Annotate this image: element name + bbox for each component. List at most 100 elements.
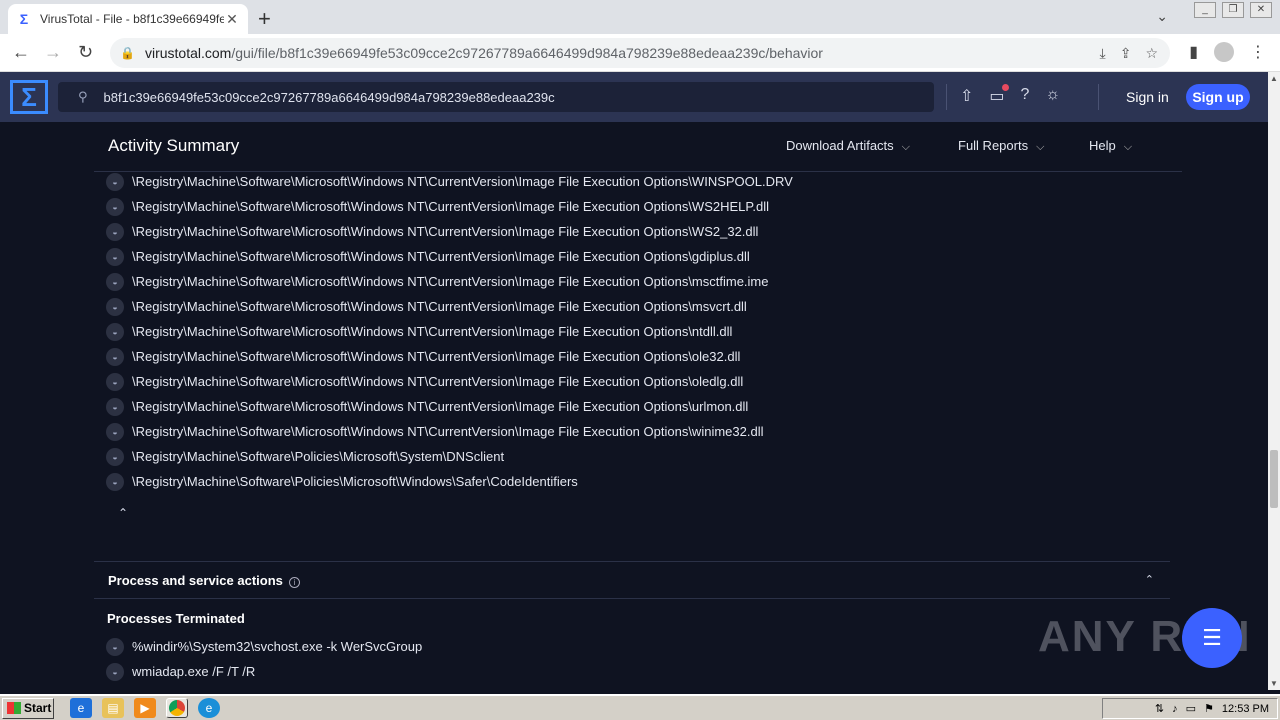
lock-icon[interactable]: 🔒 bbox=[120, 46, 135, 60]
media-player-icon[interactable]: ▶ bbox=[134, 698, 156, 718]
registry-key-text: \Registry\Machine\Software\Microsoft\Win… bbox=[132, 199, 770, 214]
tab-search-chevron-icon[interactable]: ⌄ bbox=[1156, 8, 1168, 25]
process-list-item: ◒ %windir%\System32\svchost.exe -k WerSvc… bbox=[106, 634, 422, 659]
side-panel-icon[interactable]: ▮ bbox=[1189, 42, 1198, 62]
registry-key-text: \Registry\Machine\Software\Policies\Micr… bbox=[132, 474, 578, 489]
new-tab-icon[interactable]: + bbox=[258, 6, 271, 32]
start-button[interactable]: Start bbox=[2, 697, 54, 719]
browser-tab[interactable]: Σ VirusTotal - File - b8f1c39e66949fe5 ✕ bbox=[8, 4, 248, 34]
registry-key-icon: ◒ bbox=[106, 172, 124, 191]
chevron-down-icon: ⌵ bbox=[1123, 141, 1133, 153]
collapse-chevron-up-icon[interactable]: ⌃ bbox=[118, 506, 128, 520]
registry-key-text: \Registry\Machine\Software\Microsoft\Win… bbox=[132, 424, 764, 439]
process-icon: ◒ bbox=[106, 637, 124, 656]
theme-toggle-icon[interactable]: ☼ bbox=[1045, 86, 1060, 106]
full-reports-menu[interactable]: Full Reports ⌵ bbox=[958, 138, 1044, 154]
windows-taskbar: Start e ▤ ▶ e ⇅ ♪ ▭ ⚑ 12:53 PM bbox=[0, 694, 1280, 720]
scroll-up-icon[interactable]: ▲ bbox=[1270, 74, 1278, 83]
scroll-down-icon[interactable]: ▼ bbox=[1270, 679, 1278, 688]
process-command-text: wmiadap.exe /F /T /R bbox=[132, 664, 256, 679]
chat-icon[interactable]: ▭ bbox=[989, 84, 1009, 106]
section-title-text: Process and service actions bbox=[108, 573, 283, 588]
registry-key-text: \Registry\Machine\Software\Microsoft\Win… bbox=[132, 224, 759, 239]
window-close-icon[interactable]: ✕ bbox=[1250, 2, 1272, 18]
registry-list-item: ◒ \Registry\Machine\Software\Microsoft\Wi… bbox=[106, 344, 793, 369]
chat-bubble-icon: ☰ bbox=[1202, 625, 1222, 650]
help-icon[interactable]: ? bbox=[1021, 86, 1030, 106]
process-command-text: %windir%\System32\svchost.exe -k WerSvcG… bbox=[132, 639, 423, 654]
download-artifacts-menu[interactable]: Download Artifacts ⌵ bbox=[786, 138, 910, 154]
url-host: virustotal.com bbox=[144, 45, 232, 61]
profile-avatar[interactable] bbox=[1214, 42, 1234, 62]
chevron-down-icon: ⌵ bbox=[1036, 141, 1045, 153]
processes-terminated-heading: Processes Terminated bbox=[107, 611, 245, 626]
explorer-folder-icon[interactable]: ▤ bbox=[102, 698, 124, 718]
close-tab-icon[interactable]: ✕ bbox=[224, 11, 240, 28]
registry-key-icon: ◒ bbox=[106, 272, 124, 291]
process-service-section-header[interactable]: Process and service actions i ⌃ bbox=[94, 561, 1170, 599]
start-label: Start bbox=[24, 701, 52, 715]
help-menu[interactable]: Help ⌵ bbox=[1089, 138, 1132, 154]
sign-up-button[interactable]: Sign up bbox=[1186, 84, 1250, 110]
section-title: Process and service actions i bbox=[108, 573, 300, 588]
search-input[interactable]: ⚲ b8f1c39e66949fe53c09cce2c97267789a6646… bbox=[58, 82, 934, 112]
registry-list-item: ◒ \Registry\Machine\Software\Microsoft\Wi… bbox=[106, 244, 793, 269]
registry-list-item: ◒ \Registry\Machine\Software\Microsoft\Wi… bbox=[106, 369, 793, 394]
header-icons: ⇧ ▭ ? ☼ bbox=[960, 84, 1060, 106]
registry-key-icon: ◒ bbox=[106, 422, 124, 441]
windows-flag-icon bbox=[7, 702, 21, 714]
registry-list-item: ◒ \Registry\Machine\Software\Microsoft\Wi… bbox=[106, 394, 793, 419]
download-artifacts-label: Download Artifacts bbox=[786, 138, 894, 153]
help-label: Help bbox=[1089, 138, 1116, 153]
window-controls: _ ❐ ✕ bbox=[1194, 2, 1272, 18]
network-icon[interactable]: ⇅ bbox=[1155, 702, 1164, 715]
registry-list-item: ◒ \Registry\Machine\Software\Microsoft\Wi… bbox=[106, 219, 793, 244]
page-scrollbar[interactable]: ▲ ▼ bbox=[1268, 72, 1280, 690]
minimize-icon[interactable]: _ bbox=[1194, 2, 1216, 18]
registry-key-text: \Registry\Machine\Software\Policies\Micr… bbox=[132, 449, 505, 464]
clock[interactable]: 12:53 PM bbox=[1222, 703, 1269, 715]
sign-in-link[interactable]: Sign in bbox=[1126, 89, 1169, 105]
volume-icon[interactable]: ♪ bbox=[1172, 703, 1178, 715]
registry-key-icon: ◒ bbox=[106, 372, 124, 391]
registry-list-item: ◒ \Registry\Machine\Software\Microsoft\Wi… bbox=[106, 319, 793, 344]
restore-icon[interactable]: ❐ bbox=[1222, 2, 1244, 18]
address-bar[interactable]: 🔒 virustotal.com/gui/file/b8f1c39e66949f… bbox=[110, 38, 1170, 68]
registry-list-item: ◒ \Registry\Machine\Software\Policies\Mic… bbox=[106, 444, 793, 469]
registry-key-icon: ◒ bbox=[106, 447, 124, 466]
system-tray: ⇅ ♪ ▭ ⚑ 12:53 PM bbox=[1102, 698, 1278, 719]
registry-key-icon: ◒ bbox=[106, 397, 124, 416]
scroll-thumb[interactable] bbox=[1270, 450, 1278, 508]
browser-tabstrip: Σ VirusTotal - File - b8f1c39e66949fe5 ✕… bbox=[0, 0, 1280, 34]
registry-key-text: \Registry\Machine\Software\Microsoft\Win… bbox=[132, 274, 769, 289]
internet-explorer-icon[interactable]: e bbox=[70, 698, 92, 718]
registry-key-text: \Registry\Machine\Software\Microsoft\Win… bbox=[132, 249, 750, 264]
process-list-item: ◒ wmiadap.exe /F /T /R bbox=[106, 659, 422, 684]
chevron-up-icon[interactable]: ⌃ bbox=[1145, 573, 1154, 586]
edge-icon[interactable]: e bbox=[198, 698, 220, 718]
reload-icon[interactable]: ↻ bbox=[78, 42, 93, 63]
chevron-down-icon: ⌵ bbox=[901, 141, 911, 153]
forward-icon[interactable]: → bbox=[44, 42, 62, 63]
registry-list-item: ◒ \Registry\Machine\Software\Microsoft\Wi… bbox=[106, 294, 793, 319]
toolbar-right: ▮ ⋮ bbox=[1189, 42, 1266, 62]
action-center-flag-icon[interactable]: ⚑ bbox=[1204, 702, 1214, 715]
battery-icon[interactable]: ▭ bbox=[1186, 702, 1196, 715]
install-icon[interactable]: ⤓ bbox=[1100, 45, 1106, 62]
upload-icon[interactable]: ⇧ bbox=[960, 86, 973, 106]
quick-launch: e ▤ ▶ e bbox=[70, 698, 220, 718]
registry-key-text: \Registry\Machine\Software\Microsoft\Win… bbox=[132, 399, 749, 414]
share-icon[interactable]: ⇪ bbox=[1120, 45, 1132, 62]
virustotal-logo-icon[interactable]: Σ bbox=[10, 80, 48, 114]
bookmark-star-icon[interactable]: ☆ bbox=[1145, 45, 1158, 62]
chrome-icon[interactable] bbox=[166, 698, 188, 718]
browser-toolbar: ← → ↻ 🔒 virustotal.com/gui/file/b8f1c39e… bbox=[0, 34, 1280, 72]
back-icon[interactable]: ← bbox=[12, 42, 30, 63]
registry-key-text: \Registry\Machine\Software\Microsoft\Win… bbox=[132, 324, 733, 339]
info-icon[interactable]: i bbox=[288, 577, 300, 588]
registry-key-icon: ◒ bbox=[106, 347, 124, 366]
main-content: Activity Summary Download Artifacts ⌵ Ful… bbox=[0, 122, 1268, 690]
registry-key-icon: ◒ bbox=[106, 472, 124, 491]
chat-support-button[interactable]: ☰ bbox=[1182, 608, 1242, 668]
menu-dots-icon[interactable]: ⋮ bbox=[1250, 42, 1266, 62]
